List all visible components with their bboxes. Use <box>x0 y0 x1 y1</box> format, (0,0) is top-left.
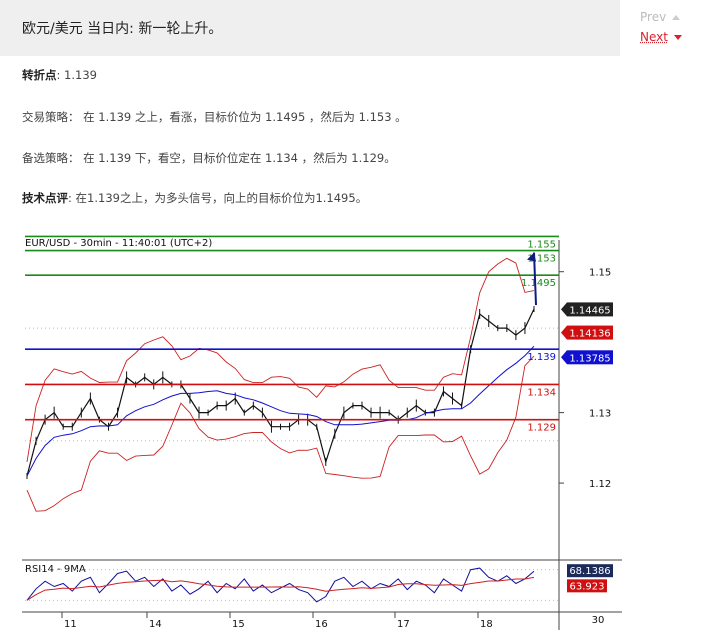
y-tick-label: 1.12 <box>589 479 611 490</box>
pivot-line: 转折点: 1.139 <box>22 67 97 83</box>
alt-strategy-line: 备选策略： 在 1.139 下，看空，目标价位定在 1.134 ，然后为 1.1… <box>22 150 396 166</box>
x-tick-label: 15 <box>232 619 245 630</box>
level-label: 1.139 <box>527 352 556 363</box>
strategy-line: 交易策略： 在 1.139 之上，看涨，目标价位为 1.1495 ，然后为 1.… <box>22 109 407 125</box>
price-tag-pointer <box>561 350 567 365</box>
strategy-label: 交易策略： <box>22 110 80 124</box>
pivot-value: : 1.139 <box>56 68 97 82</box>
prev-label: Prev <box>640 10 667 24</box>
price-tag-label: 1.13785 <box>569 353 610 364</box>
comment-label: 技术点评 <box>22 191 68 205</box>
alt-strategy-text: 在 1.139 下，看空，目标价位定在 1.134 ，然后为 1.129。 <box>79 151 396 165</box>
level-label: 1.155 <box>527 239 556 250</box>
x-tick-label: 17 <box>397 619 410 630</box>
level-label: 1.134 <box>527 387 556 398</box>
comment-line: 技术点评: 在1.139之上，为多头信号，向上的目标价位为1.1495。 <box>22 190 367 206</box>
x-tick-label: 18 <box>480 619 493 630</box>
pager: Prev Next <box>640 10 682 44</box>
y-tick-label: 1.13 <box>589 409 611 420</box>
y-tick-label: 1.15 <box>589 268 611 279</box>
comment-text: : 在1.139之上，为多头信号，向上的目标价位为1.1495。 <box>68 191 368 205</box>
price-line <box>26 308 535 477</box>
price-tag-pointer <box>561 302 567 317</box>
prev-link[interactable]: Prev <box>640 10 682 24</box>
alt-strategy-label: 备选策略： <box>22 151 80 165</box>
level-label: 1.129 <box>527 423 556 434</box>
rsi-value-label: 68.1386 <box>569 566 610 577</box>
chevron-down-icon <box>673 35 682 40</box>
level-label: 1.1495 <box>521 278 556 289</box>
chevron-up-icon <box>672 15 681 20</box>
rsi-ma-label: 63.923 <box>570 581 605 592</box>
rsi-axis-label: 30 <box>592 615 605 626</box>
header-bar: 欧元/美元 当日内: 新一轮上升。 <box>0 0 620 56</box>
price-chart: EUR/USD - 30min - 11:40:01 (UTC+2) 1.15 1.… <box>22 235 622 630</box>
chart-title: EUR/USD - 30min - 11:40:01 (UTC+2) <box>25 238 212 249</box>
pivot-label: 转折点 <box>22 68 57 82</box>
x-tick-label: 11 <box>64 619 77 630</box>
rsi-label: RSI14 - 9MA <box>25 564 86 575</box>
bollinger-lower <box>26 355 535 512</box>
price-tag-pointer <box>561 325 567 340</box>
bollinger-upper <box>26 257 535 462</box>
next-link[interactable]: Next <box>640 30 682 44</box>
x-tick-label: 16 <box>315 619 328 630</box>
strategy-text: 在 1.139 之上，看涨，目标价位为 1.1495 ，然后为 1.153 。 <box>79 110 407 124</box>
next-label: Next <box>640 30 668 44</box>
moving-average-line <box>26 345 535 477</box>
price-tag-label: 1.14465 <box>569 305 610 316</box>
page-title: 欧元/美元 当日内: 新一轮上升。 <box>22 21 223 37</box>
x-tick-label: 14 <box>149 619 162 630</box>
price-tag-label: 1.14136 <box>569 329 610 340</box>
